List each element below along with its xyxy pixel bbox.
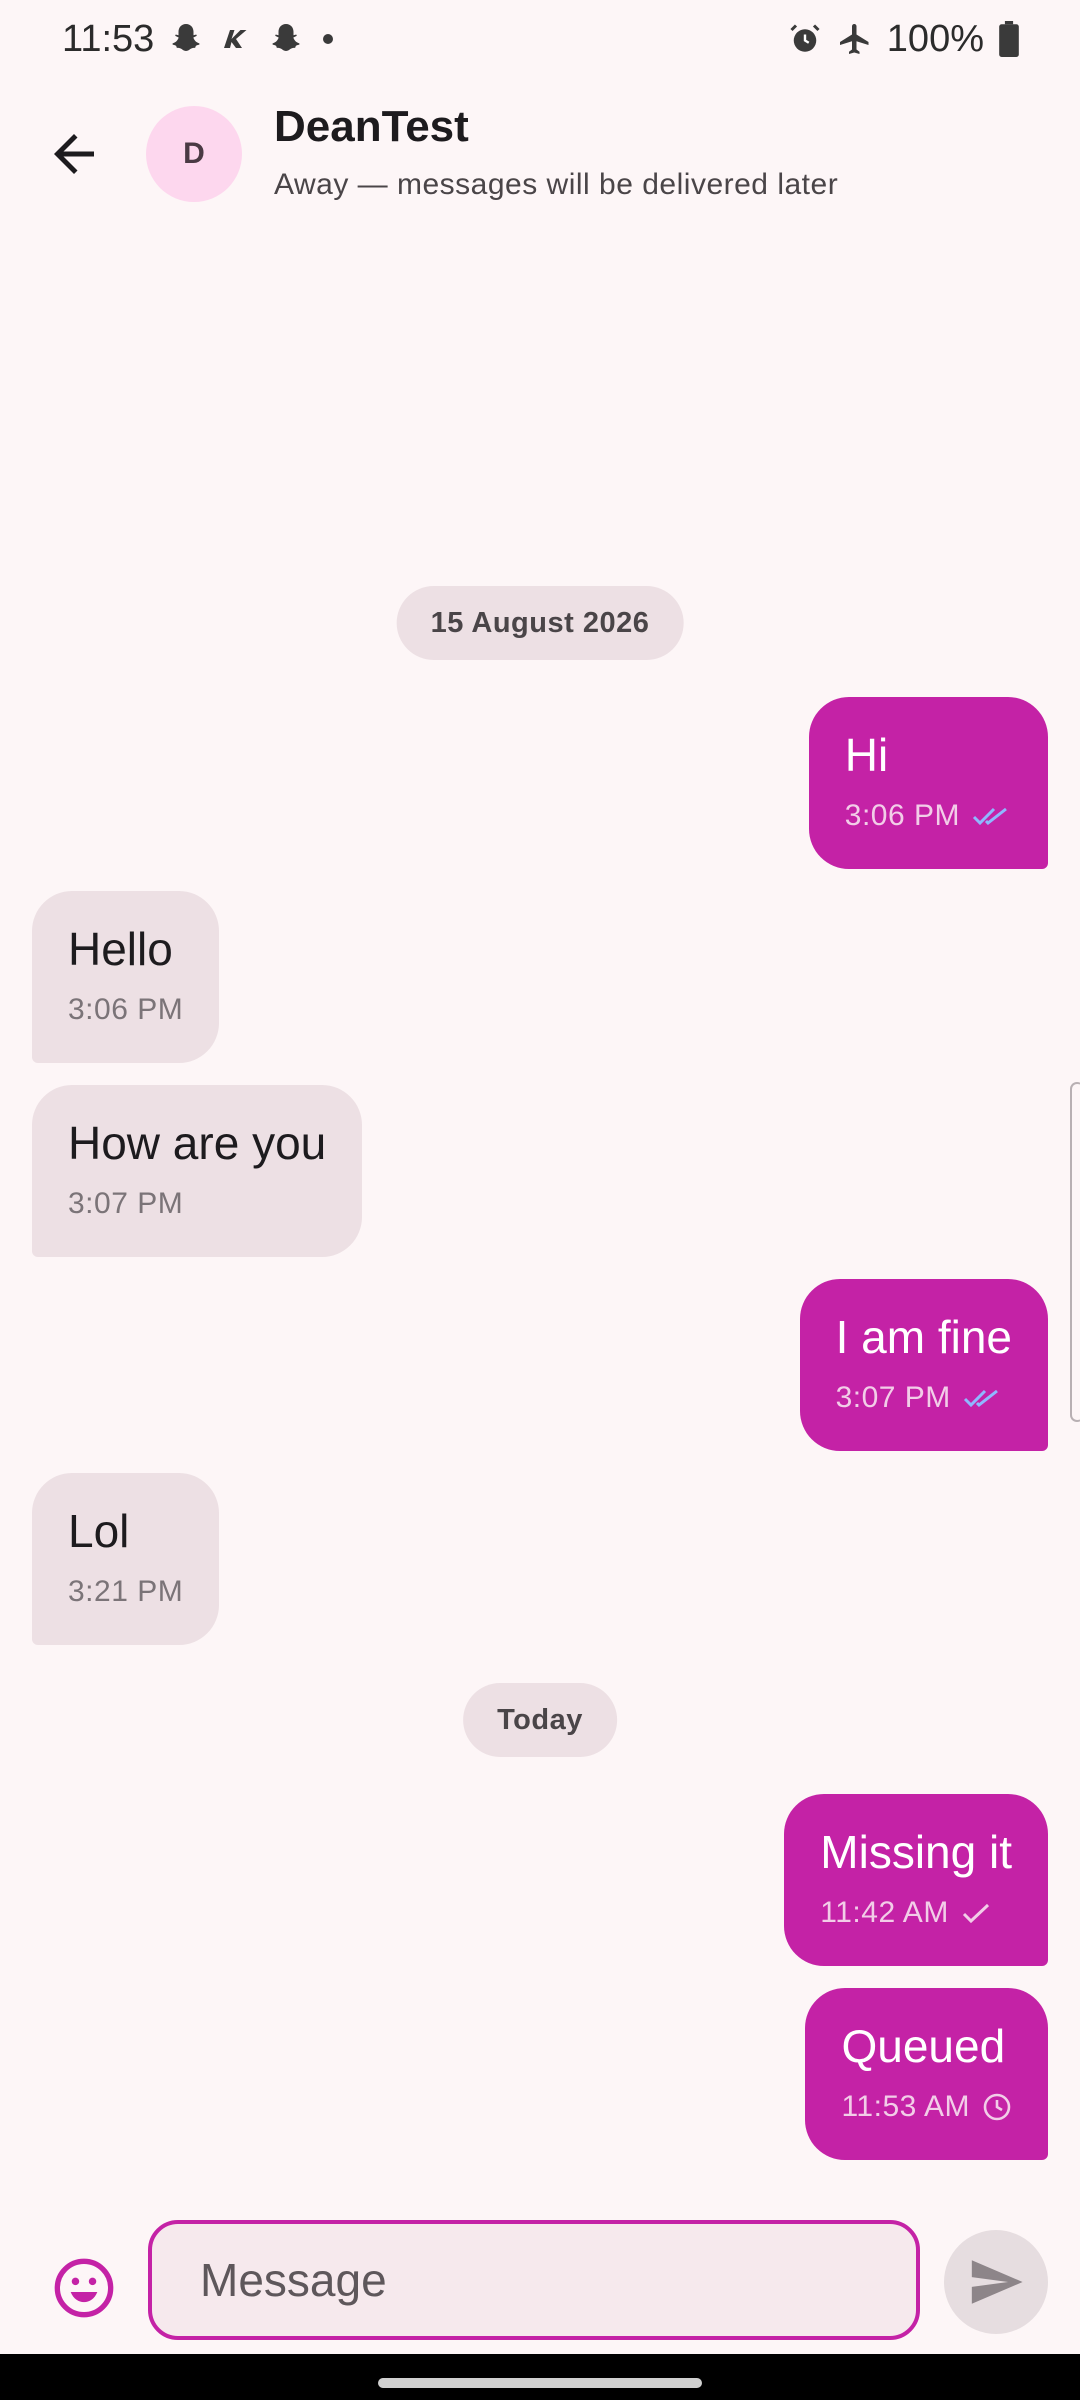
- kbs-icon: [218, 21, 254, 57]
- message-bubble-incoming[interactable]: Lol 3:21 PM: [32, 1473, 220, 1645]
- message-bubble-outgoing[interactable]: Missing it 11:42 AM: [784, 1794, 1048, 1966]
- contact-status: Away — messages will be delivered later: [274, 168, 839, 201]
- contact-name[interactable]: DeanTest: [274, 102, 469, 152]
- arrow-back-icon: [54, 134, 94, 174]
- message-input[interactable]: [148, 2220, 920, 2340]
- message-bubble-outgoing[interactable]: Hi 3:06 PM: [808, 697, 1048, 869]
- message-text: How are you: [68, 1117, 327, 1169]
- snapchat-icon: [168, 21, 204, 57]
- emoji-icon: [54, 2258, 114, 2318]
- send-button[interactable]: [944, 2230, 1048, 2334]
- home-handle[interactable]: [378, 2378, 702, 2388]
- message-time: 11:42 AM: [820, 1896, 949, 1929]
- double-check-icon: [963, 1389, 998, 1408]
- message-text: Missing it: [820, 1826, 1012, 1878]
- emoji-button[interactable]: [52, 2256, 116, 2320]
- date-divider: Today: [463, 1683, 617, 1757]
- date-divider: 15 August 2026: [396, 586, 684, 660]
- battery-percentage: 100%: [886, 17, 984, 60]
- send-icon: [971, 2260, 1023, 2304]
- battery-icon: [998, 21, 1020, 57]
- avatar[interactable]: D: [146, 106, 242, 202]
- scroll-indicator[interactable]: [1070, 1082, 1080, 1422]
- navigation-bar: [0, 2354, 1080, 2400]
- back-button[interactable]: [44, 124, 104, 184]
- message-time: 3:06 PM: [844, 799, 960, 832]
- snapchat-icon: [268, 21, 304, 57]
- airplane-icon: [837, 21, 873, 57]
- message-time: 11:53 AM: [841, 2090, 970, 2123]
- message-time: 3:07 PM: [68, 1187, 184, 1220]
- chat-header: D DeanTest Away — messages will be deliv…: [0, 90, 1080, 220]
- message-bubble-incoming[interactable]: How are you 3:07 PM: [32, 1085, 363, 1257]
- message-text: I am fine: [835, 1311, 1012, 1363]
- alarm-icon: [787, 21, 823, 57]
- message-text: Lol: [68, 1505, 130, 1557]
- message-bubble-outgoing[interactable]: Queued 11:53 AM: [805, 1988, 1048, 2160]
- dot-icon: [318, 29, 338, 49]
- message-bubble-outgoing[interactable]: I am fine 3:07 PM: [799, 1279, 1048, 1451]
- status-bar: 11:53 100%: [0, 0, 1080, 78]
- message-text: Hi: [844, 729, 889, 781]
- check-icon: [962, 1903, 989, 1924]
- clock-icon: [983, 2093, 1011, 2121]
- message-text: Hello: [68, 923, 173, 975]
- double-check-icon: [972, 807, 1007, 826]
- composer: [0, 2210, 1080, 2350]
- message-time: 3:07 PM: [835, 1381, 951, 1414]
- status-time: 11:53: [62, 17, 155, 60]
- message-time: 3:21 PM: [68, 1575, 184, 1608]
- message-bubble-incoming[interactable]: Hello 3:06 PM: [32, 891, 220, 1063]
- message-text: Queued: [841, 2020, 1006, 2072]
- message-time: 3:06 PM: [68, 993, 184, 1026]
